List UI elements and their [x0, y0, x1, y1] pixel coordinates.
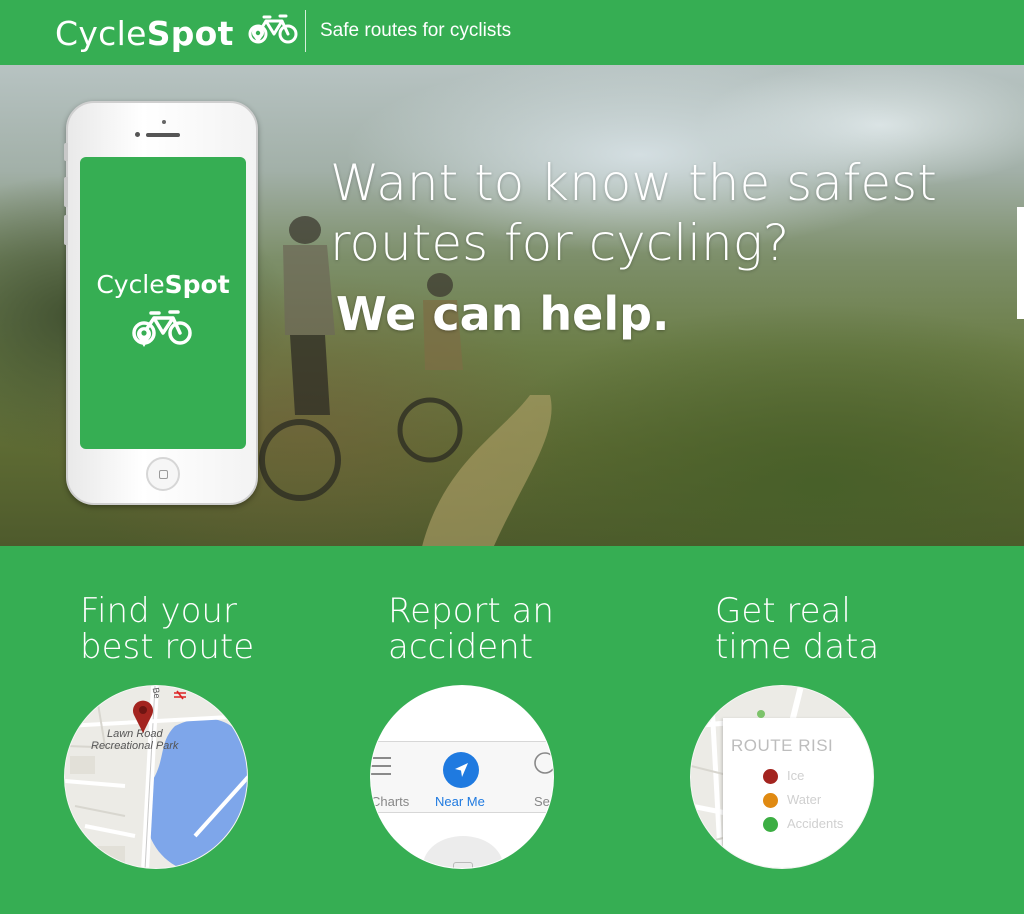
- map-label-line2: Recreational Park: [91, 740, 179, 752]
- brand-name-light: Cycle: [55, 13, 147, 53]
- legend-dot-ice: [763, 769, 778, 784]
- hero-side-tab[interactable]: [1017, 207, 1024, 319]
- app-tab-bar: Charts Near Me Se: [371, 741, 554, 813]
- app-home-button: [453, 862, 473, 868]
- phone-home-button: [146, 457, 180, 491]
- brand-name-bold: Spot: [146, 13, 234, 53]
- feature-title-line1: Get real: [715, 591, 851, 631]
- feature-title-line2: best route: [80, 627, 255, 667]
- map-image: [65, 686, 247, 868]
- legend-label-ice: Ice: [787, 768, 805, 783]
- phone-brand-name: CycleSpot: [80, 270, 246, 299]
- brand-logo[interactable]: CycleSpot: [55, 10, 300, 56]
- feature-title-line1: Report an: [388, 591, 554, 631]
- charts-menu-icon[interactable]: [371, 754, 393, 778]
- hero-question-line2: routes for cycling?: [330, 214, 790, 272]
- feature-title-line2: accident: [388, 627, 534, 667]
- phone-brand-bold: Spot: [164, 270, 230, 299]
- phone-screen: CycleSpot: [80, 157, 246, 449]
- route-map-preview[interactable]: Lawn Road Recreational Park Be: [64, 685, 248, 869]
- marker-icon: [757, 710, 765, 718]
- hero-answer: We can help.: [336, 287, 670, 341]
- legend-label-water: Water: [787, 792, 822, 807]
- phone-camera: [135, 132, 140, 137]
- legend-label-accidents: Accidents: [787, 816, 844, 831]
- bike-pin-icon: [248, 14, 298, 44]
- hero-banner: CycleSpot Want to know the safest routes…: [0, 65, 1024, 546]
- hero-question-line1: Want to know the safest: [330, 154, 937, 212]
- header-divider: [305, 10, 306, 52]
- search-icon[interactable]: [533, 752, 554, 778]
- phone-mockup: CycleSpot: [64, 101, 258, 505]
- feature-title-report: Report an accident: [388, 593, 554, 665]
- feature-title-route: Find your best route: [80, 593, 254, 665]
- phone-brand-light: Cycle: [96, 270, 165, 299]
- feature-title-line1: Find your: [80, 591, 237, 631]
- feature-title-data: Get real time data: [715, 593, 879, 665]
- near-me-button[interactable]: [443, 752, 479, 788]
- report-app-preview[interactable]: Charts Near Me Se: [370, 685, 554, 869]
- bike-pin-icon: [132, 310, 192, 347]
- legend-dot-accidents: [763, 817, 778, 832]
- rail-icon: [174, 690, 186, 700]
- map-pin-icon[interactable]: [131, 698, 155, 734]
- tab-charts[interactable]: Charts: [371, 794, 409, 809]
- hero-question: Want to know the safest routes for cycli…: [330, 153, 970, 273]
- phone-sensor: [162, 120, 166, 124]
- phone-speaker: [146, 133, 180, 137]
- phone-button: [64, 143, 68, 161]
- location-arrow-icon: [455, 763, 468, 777]
- phone-button: [64, 215, 68, 245]
- phone-button: [64, 177, 68, 207]
- feature-title-line2: time data: [715, 627, 880, 667]
- legend-dot-water: [763, 793, 778, 808]
- top-bar: CycleSpot Safe routes for cyclists: [0, 0, 1024, 65]
- brand-name: CycleSpot: [55, 14, 234, 53]
- risk-data-preview[interactable]: ROUTE RISI Ice Water Accidents: [690, 685, 874, 869]
- tab-search[interactable]: Se: [534, 794, 550, 809]
- legend-title: ROUTE RISI: [731, 736, 834, 755]
- tab-near-me[interactable]: Near Me: [435, 794, 485, 809]
- tagline: Safe routes for cyclists: [320, 20, 512, 41]
